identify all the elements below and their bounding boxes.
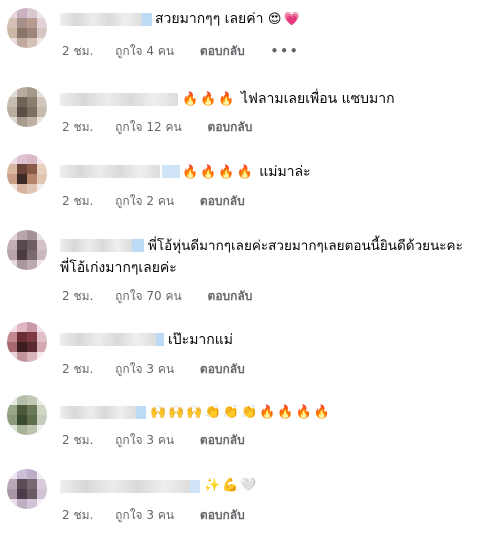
comment-meta: 2 ชม. ถูกใจ 70 คน ตอบกลับ — [62, 289, 274, 303]
reply-button[interactable]: ตอบกลับ — [200, 362, 245, 376]
raised-hands-emoji: 🙌 — [186, 405, 203, 420]
author-name[interactable] — [60, 93, 178, 106]
raised-hands-emoji: 🙌 — [168, 405, 185, 420]
reply-button[interactable]: ตอบกลับ — [208, 120, 253, 134]
like-count[interactable]: ถูกใจ 3 คน — [115, 508, 174, 522]
fire-emoji: 🔥 — [259, 405, 276, 420]
sparkles-emoji: ✨ — [204, 478, 221, 493]
author-name[interactable] — [60, 239, 132, 252]
reply-button[interactable]: ตอบกลับ — [200, 44, 245, 58]
author-name-end — [142, 13, 152, 26]
like-count[interactable]: ถูกใจ 3 คน — [115, 362, 174, 376]
clapping-hands-emoji: 👏 — [222, 405, 239, 420]
fire-emoji: 🔥 — [182, 92, 199, 107]
like-count[interactable]: ถูกใจ 2 คน — [115, 194, 174, 208]
comment-text: พี่โอ้หุ่นดีมากๆเลยค่ะสวยมากๆเลยตอนนี้ยิ… — [148, 236, 463, 256]
more-options-icon[interactable]: ••• — [271, 44, 300, 58]
comment-time[interactable]: 2 ชม. — [62, 289, 93, 303]
heart-emoji: 💗 — [283, 12, 300, 27]
like-count[interactable]: ถูกใจ 12 คน — [115, 120, 182, 134]
avatar[interactable] — [7, 469, 47, 509]
comment-text-body: สวยมากๆๆ เลยค่า — [155, 11, 264, 27]
fire-emoji: 🔥 — [182, 165, 199, 180]
comment-meta: 2 ชม. ถูกใจ 12 คน ตอบกลับ — [62, 120, 274, 134]
comment-text: 🙌 🙌 🙌 👏 👏 👏 🔥 🔥 🔥 🔥 — [150, 402, 332, 423]
avatar[interactable] — [7, 322, 47, 362]
avatar[interactable] — [7, 230, 47, 270]
comment-text-body: ไฟลามเลยเพื่อน แซบมาก — [241, 91, 395, 107]
comment-time[interactable]: 2 ชม. — [62, 433, 93, 447]
comment-text: ✨ 💪 🤍 — [204, 475, 259, 496]
author-name-end — [162, 165, 180, 178]
like-count[interactable]: ถูกใจ 70 คน — [115, 289, 182, 303]
author-name-end — [156, 333, 164, 346]
fire-emoji: 🔥 — [200, 165, 217, 180]
avatar[interactable] — [7, 154, 47, 194]
fire-emoji: 🔥 — [277, 405, 294, 420]
white-heart-emoji: 🤍 — [240, 478, 257, 493]
reply-button[interactable]: ตอบกลับ — [200, 508, 245, 522]
clapping-hands-emoji: 👏 — [204, 405, 221, 420]
clapping-hands-emoji: 👏 — [240, 405, 258, 420]
like-count[interactable]: ถูกใจ 3 คน — [115, 433, 174, 447]
comment-text: สวยมากๆๆ เลยค่า 😍 💗 — [155, 9, 302, 30]
reply-button[interactable]: ตอบกลับ — [208, 289, 253, 303]
comment-time[interactable]: 2 ชม. — [62, 362, 93, 376]
author-name[interactable] — [60, 406, 136, 419]
heart-eyes-emoji: 😍 — [267, 12, 282, 27]
fire-emoji: 🔥 — [218, 92, 235, 107]
fire-emoji: 🔥 — [295, 405, 312, 420]
comment-time[interactable]: 2 ชม. — [62, 194, 93, 208]
author-name-end — [132, 239, 144, 252]
avatar[interactable] — [7, 87, 47, 127]
avatar[interactable] — [7, 8, 47, 48]
comment-meta: 2 ชม. ถูกใจ 3 คน ตอบกลับ — [62, 433, 267, 447]
comment-time[interactable]: 2 ชม. — [62, 120, 93, 134]
comment-time[interactable]: 2 ชม. — [62, 44, 93, 58]
comment-meta: 2 ชม. ถูกใจ 3 คน ตอบกลับ — [62, 508, 267, 522]
author-name-end — [136, 406, 146, 419]
comment-text: 🔥 🔥 🔥 🔥 แม่มาล่ะ — [182, 162, 311, 183]
fire-emoji: 🔥 — [313, 405, 330, 420]
author-name-end — [190, 480, 200, 493]
comment-meta: 2 ชม. ถูกใจ 2 คน ตอบกลับ — [62, 194, 267, 208]
flexed-biceps-emoji: 💪 — [222, 478, 239, 493]
author-name[interactable] — [60, 480, 190, 493]
raised-hands-emoji: 🙌 — [150, 405, 167, 420]
reply-button[interactable]: ตอบกลับ — [200, 194, 245, 208]
author-name[interactable] — [60, 13, 142, 26]
comment-time[interactable]: 2 ชม. — [62, 508, 93, 522]
comment-text-body: เป๊ะมากแม่ — [168, 332, 234, 348]
fire-emoji: 🔥 — [236, 165, 253, 180]
fire-emoji: 🔥 — [200, 92, 217, 107]
like-count[interactable]: ถูกใจ 4 คน — [115, 44, 174, 58]
comment-text: เป๊ะมากแม่ — [168, 330, 233, 350]
comment-text-body-line2: พี่โอ้เก่งมากๆเลยค่ะ — [60, 260, 177, 276]
comment-text: 🔥 🔥 🔥 ไฟลามเลยเพื่อน แซบมาก — [182, 89, 395, 110]
comment-text-line2: พี่โอ้เก่งมากๆเลยค่ะ — [60, 258, 177, 278]
comment-text-body: พี่โอ้หุ่นดีมากๆเลยค่ะสวยมากๆเลยตอนนี้ยิ… — [148, 238, 463, 254]
author-name[interactable] — [60, 333, 156, 346]
fire-emoji: 🔥 — [218, 165, 235, 180]
comment-meta: 2 ชม. ถูกใจ 4 คน ตอบกลับ ••• — [62, 44, 318, 58]
comment-text-body: แม่มาล่ะ — [259, 164, 311, 180]
avatar[interactable] — [7, 395, 47, 435]
comment-meta: 2 ชม. ถูกใจ 3 คน ตอบกลับ — [62, 362, 267, 376]
reply-button[interactable]: ตอบกลับ — [200, 433, 245, 447]
author-name[interactable] — [60, 165, 160, 178]
